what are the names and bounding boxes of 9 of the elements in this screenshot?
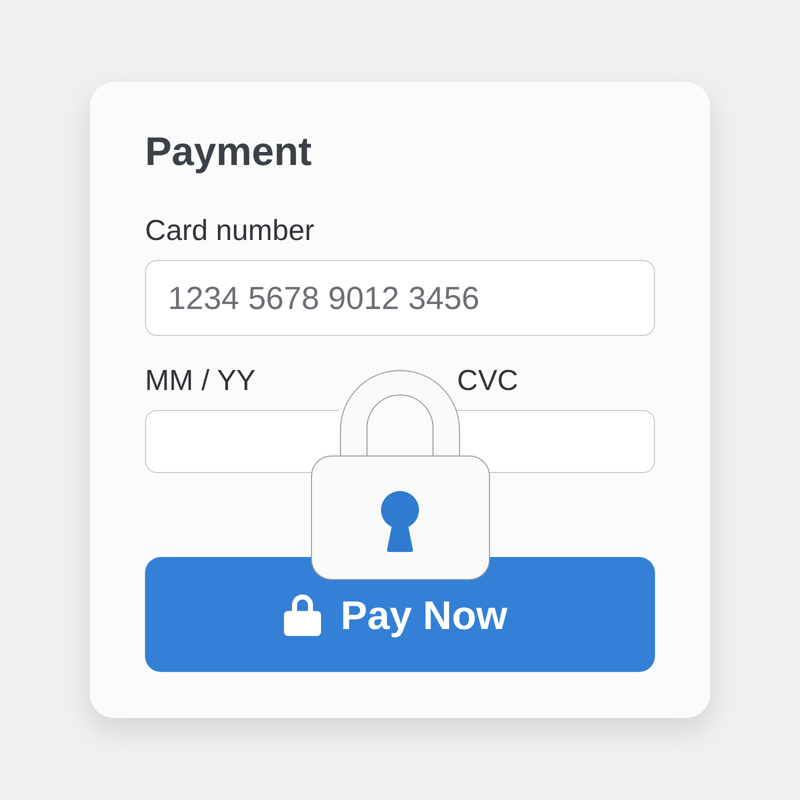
cvc-label: CVC [457, 365, 518, 397]
card-number-label: Card number [145, 215, 314, 247]
pay-now-button[interactable]: Pay Now [145, 557, 655, 672]
card-number-field[interactable]: 1234 5678 9012 3456 [145, 260, 655, 336]
expiry-label: MM / YY [145, 365, 256, 397]
padlock-icon [284, 592, 321, 636]
expiry-field[interactable] [145, 410, 339, 473]
cvc-field[interactable] [455, 410, 655, 473]
card-title: Payment [145, 130, 312, 174]
